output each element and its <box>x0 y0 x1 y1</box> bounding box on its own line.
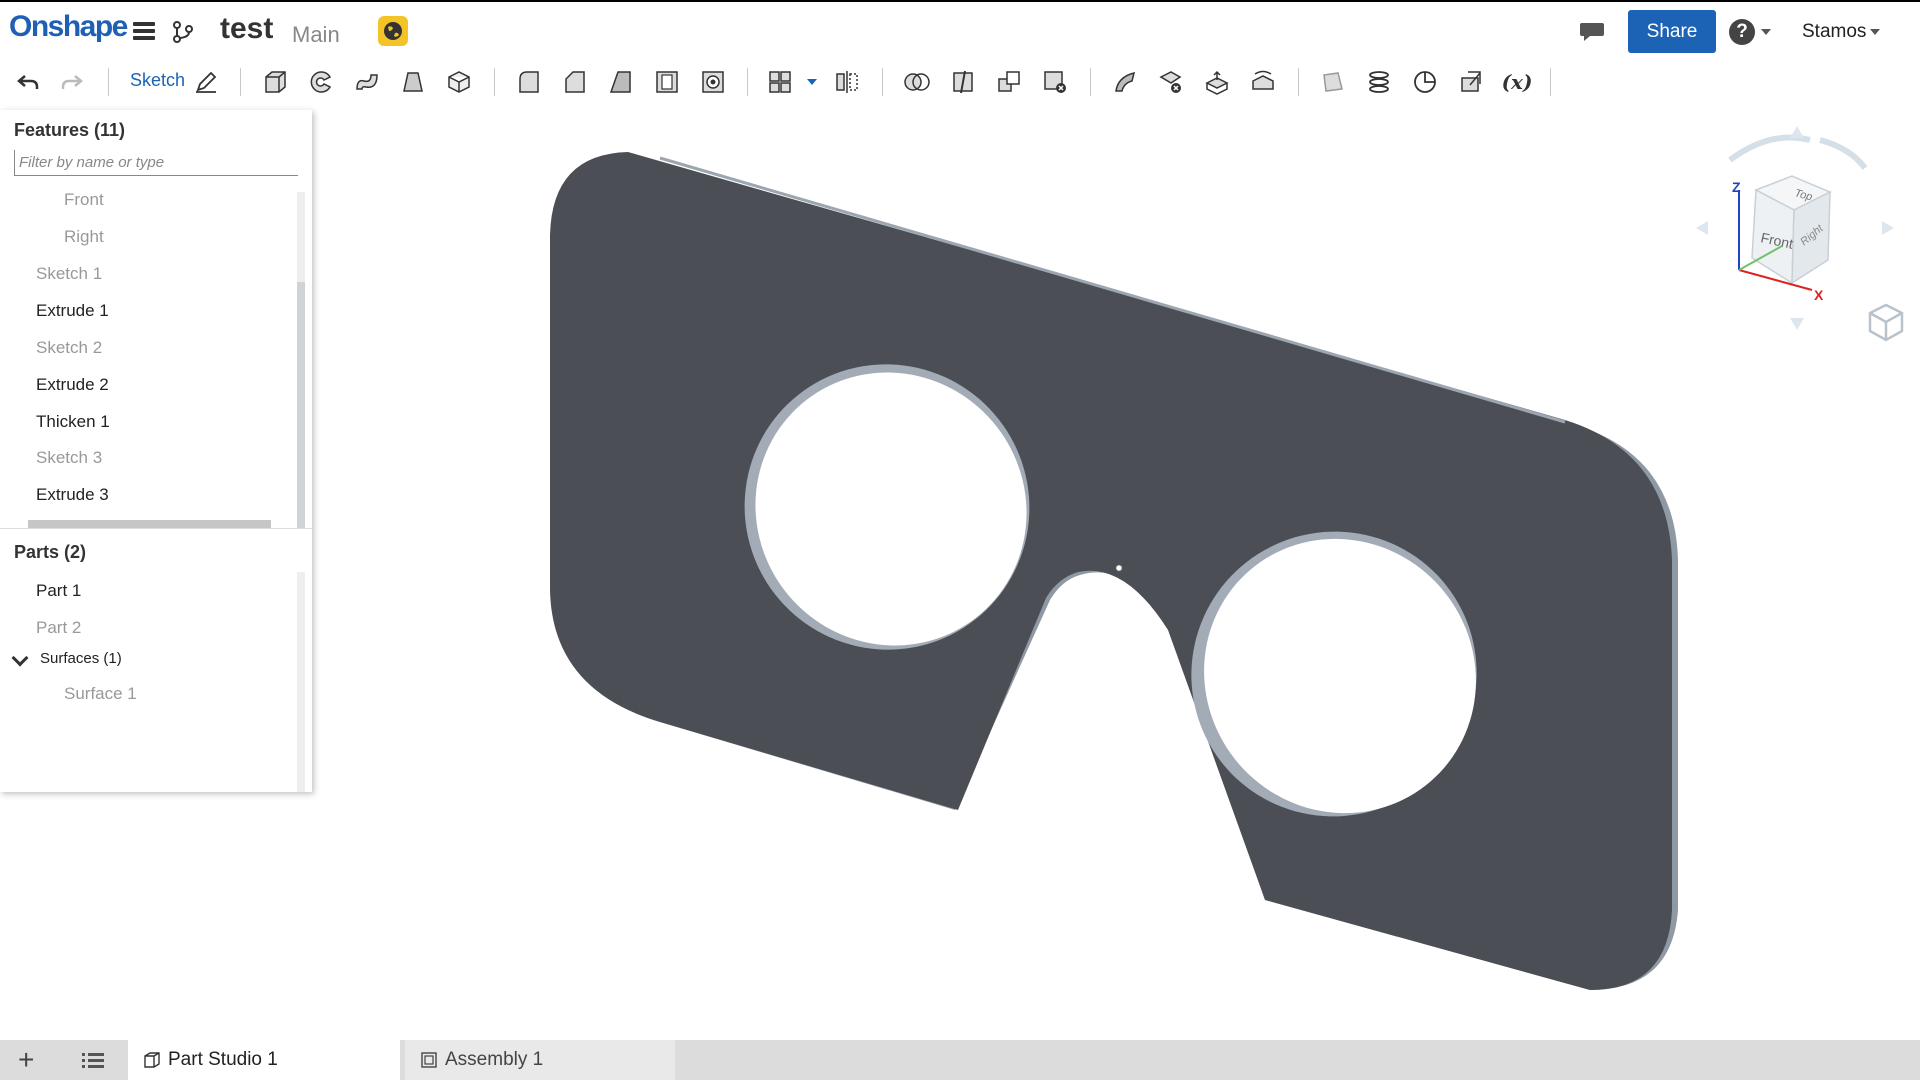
branch-icon[interactable] <box>172 20 194 44</box>
arrow-up-icon[interactable] <box>1790 126 1804 138</box>
rotate-arc-icon[interactable] <box>1819 137 1868 170</box>
feature-item[interactable]: Extrude 1 <box>36 301 109 321</box>
part-studio-icon <box>144 1052 160 1068</box>
tab-bar: + Part Studio 1 Assembly 1 <box>0 1040 1920 1080</box>
loft-icon[interactable] <box>397 66 429 98</box>
feature-item[interactable]: Sketch 3 <box>36 448 102 468</box>
pencil-icon[interactable] <box>190 66 222 98</box>
toolbar-separator <box>747 68 748 96</box>
feature-item[interactable]: Extrude 3 <box>36 485 109 505</box>
undo-icon[interactable] <box>12 66 44 98</box>
part-item[interactable]: Part 2 <box>36 618 81 638</box>
plane-icon[interactable] <box>1317 66 1349 98</box>
help-menu-button[interactable]: ? <box>1729 19 1771 45</box>
sketch-button[interactable]: Sketch <box>130 70 185 91</box>
toolbar-separator <box>882 68 883 96</box>
delete-part-icon[interactable] <box>1039 66 1071 98</box>
rotate-arc-icon[interactable] <box>1728 134 1811 163</box>
chamfer-icon[interactable] <box>559 66 591 98</box>
pattern-icon[interactable] <box>765 66 797 98</box>
boolean-icon[interactable] <box>901 66 933 98</box>
surface-item[interactable]: Surface 1 <box>64 684 137 704</box>
feature-list-scrollbar[interactable] <box>297 192 305 528</box>
draft-icon[interactable] <box>605 66 637 98</box>
feature-toolbar: Sketch (x) <box>0 58 1920 104</box>
surfaces-group[interactable]: Surfaces (1) <box>40 650 122 667</box>
comments-icon[interactable] <box>1578 20 1606 44</box>
toolbar-separator <box>1298 68 1299 96</box>
mirror-icon[interactable] <box>831 66 863 98</box>
onshape-app: Onshape test Main Share ? Stamos Sketch … <box>0 0 1920 1080</box>
feature-list-panel: Features (11) Front Right Sketch 1 Extru… <box>0 110 312 792</box>
toolbar-separator <box>1550 68 1551 96</box>
feature-filter-input[interactable] <box>14 150 298 176</box>
user-menu[interactable]: Stamos <box>1802 21 1881 43</box>
thicken-icon[interactable] <box>443 66 475 98</box>
scrollbar-thumb[interactable] <box>297 282 305 528</box>
tab-label: Assembly 1 <box>445 1049 544 1070</box>
feature-item[interactable]: Right <box>64 227 104 247</box>
chevron-down-icon <box>1761 29 1771 35</box>
hole-icon[interactable] <box>697 66 729 98</box>
fillet-icon[interactable] <box>513 66 545 98</box>
document-name[interactable]: test <box>220 12 273 46</box>
helix-icon[interactable] <box>1363 66 1395 98</box>
feature-item[interactable]: Thicken 1 <box>36 412 110 432</box>
arrow-left-icon[interactable] <box>1696 221 1708 235</box>
mate-connector-icon[interactable] <box>1409 66 1441 98</box>
chevron-down-icon <box>1870 29 1881 35</box>
pattern-dropdown-chevron-down-icon[interactable] <box>796 66 828 98</box>
variable-icon[interactable]: (x) <box>1501 66 1533 98</box>
part-item[interactable]: Part 1 <box>36 581 81 601</box>
add-tab-plus-icon[interactable]: + <box>18 1046 34 1074</box>
x-axis-label: X <box>1814 287 1824 303</box>
z-axis-label: Z <box>1732 179 1741 195</box>
transform-icon[interactable] <box>993 66 1025 98</box>
move-face-icon[interactable] <box>1201 66 1233 98</box>
origin-marker[interactable] <box>1114 563 1124 573</box>
redo-icon[interactable] <box>56 66 88 98</box>
shell-icon[interactable] <box>651 66 683 98</box>
feature-item[interactable]: Front <box>64 190 104 210</box>
toolbar-separator <box>494 68 495 96</box>
arrow-right-icon[interactable] <box>1882 221 1894 235</box>
sweep-icon[interactable] <box>351 66 383 98</box>
hamburger-menu-icon[interactable] <box>133 22 155 40</box>
tab-list-icon[interactable] <box>82 1052 104 1070</box>
extrude-icon[interactable] <box>259 66 291 98</box>
top-bar: Onshape test Main Share ? Stamos <box>0 0 1920 58</box>
workspace-name[interactable]: Main <box>292 22 340 48</box>
part-1-face[interactable] <box>550 152 1672 990</box>
feature-item[interactable]: Sketch 1 <box>36 264 102 284</box>
toolbar-separator <box>1090 68 1091 96</box>
chevron-down-icon[interactable] <box>11 649 29 667</box>
feature-item[interactable]: Extrude 2 <box>36 375 109 395</box>
tab-label: Part Studio 1 <box>168 1049 278 1070</box>
split-icon[interactable] <box>947 66 979 98</box>
onshape-logo[interactable]: Onshape <box>9 10 128 44</box>
toolbar-separator <box>240 68 241 96</box>
view-options-cube-icon[interactable] <box>1866 302 1906 344</box>
derived-icon[interactable] <box>1455 66 1487 98</box>
modify-fillet-icon[interactable] <box>1109 66 1141 98</box>
share-button[interactable]: Share <box>1628 10 1716 53</box>
features-title[interactable]: Features (11) <box>14 120 125 141</box>
arrow-down-icon[interactable] <box>1790 318 1804 330</box>
assembly-icon <box>421 1052 437 1068</box>
replace-face-icon[interactable] <box>1247 66 1279 98</box>
panel-divider <box>0 528 312 529</box>
public-globe-icon[interactable] <box>378 16 408 46</box>
revolve-icon[interactable] <box>305 66 337 98</box>
user-name: Stamos <box>1802 21 1867 42</box>
tab-assembly-1[interactable]: Assembly 1 <box>405 1040 675 1080</box>
feature-list-horizontal-scrollbar[interactable] <box>28 520 271 528</box>
toolbar-separator <box>108 68 109 96</box>
parts-list-scrollbar[interactable] <box>297 572 305 792</box>
delete-face-icon[interactable] <box>1155 66 1187 98</box>
feature-item[interactable]: Sketch 2 <box>36 338 102 358</box>
help-icon: ? <box>1729 19 1755 45</box>
parts-title[interactable]: Parts (2) <box>14 542 86 563</box>
tab-part-studio-1[interactable]: Part Studio 1 <box>128 1040 400 1080</box>
